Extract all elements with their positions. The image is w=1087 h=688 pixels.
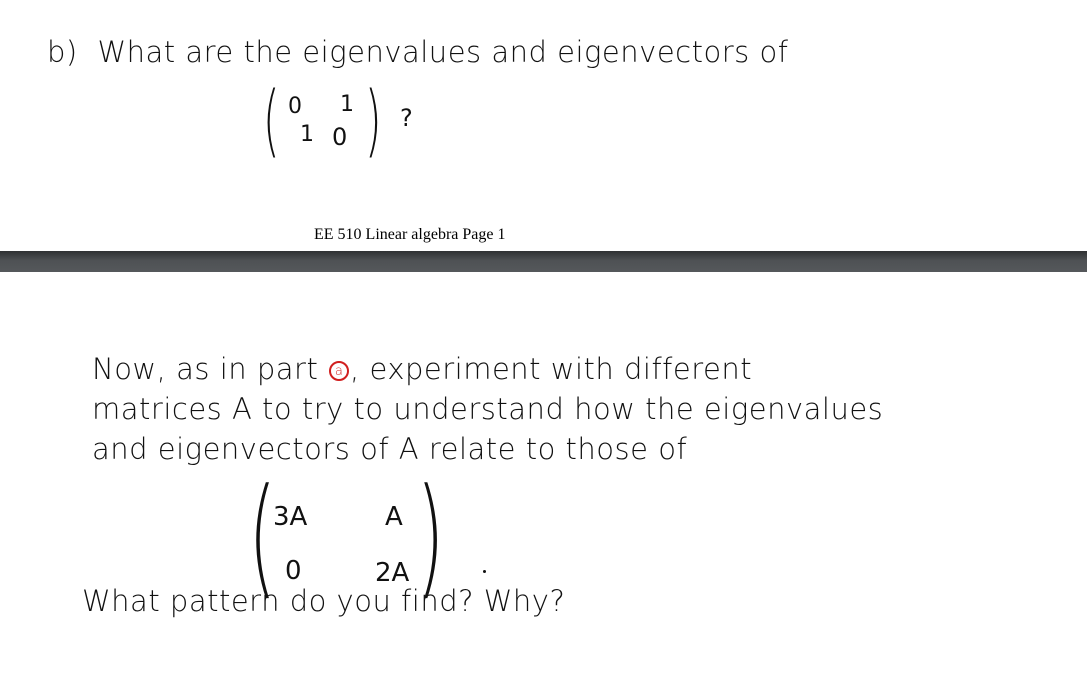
matrix-cell: 0	[288, 94, 302, 119]
text-line-4: What pattern do you find? Why?	[82, 584, 566, 618]
matrix-cell: 3A	[273, 502, 308, 532]
question-b: b) What are the eigenvalues and eigenvec…	[47, 35, 788, 69]
text-line-2: matrices A to try to understand how the …	[92, 392, 884, 426]
question-label: b)	[47, 35, 78, 69]
text-segment: , experiment with different	[350, 352, 753, 386]
question-mark: ?	[400, 104, 413, 132]
document-page-2: Now, as in part a, experiment with diffe…	[0, 272, 1087, 688]
text-line-3: and eigenvectors of A relate to those of	[92, 432, 688, 466]
text-line-1: Now, as in part a, experiment with diffe…	[92, 352, 752, 386]
page-separator	[0, 251, 1087, 272]
matrix-0110: ( 0 1 1 0 ) ?	[258, 76, 418, 166]
right-paren: )	[364, 76, 382, 166]
matrix-cell: A	[385, 502, 403, 532]
text-segment: Now, as in part	[92, 352, 319, 386]
page-footer: EE 510 Linear algebra Page 1	[314, 226, 506, 243]
matrix-cell: 1	[340, 92, 354, 117]
part-a-circled-annotation: a	[329, 361, 350, 381]
question-text: What are the eigenvalues and eigenvector…	[97, 35, 789, 69]
matrix-cell: 1	[300, 122, 314, 147]
matrix-cell: 0	[332, 123, 348, 151]
left-paren: (	[262, 76, 280, 166]
matrix-cell: 0	[285, 556, 302, 586]
document-page-1: b) What are the eigenvalues and eigenvec…	[0, 0, 1087, 251]
period-dot	[483, 570, 486, 573]
